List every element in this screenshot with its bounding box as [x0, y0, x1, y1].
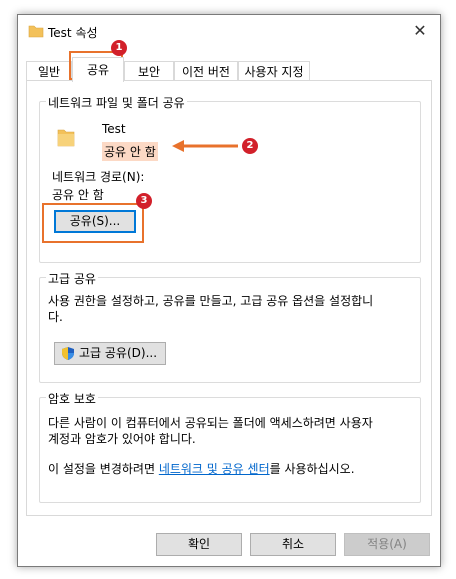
tab-general[interactable]: 일반 — [26, 61, 72, 82]
tab-security[interactable]: 보안 — [124, 61, 174, 82]
title-bar: Test 속성 ✕ — [18, 15, 440, 48]
password-line3: 이 설정을 변경하려면 네트워크 및 공유 센터를 사용하십시오. — [48, 460, 355, 477]
ok-button[interactable]: 확인 — [156, 533, 242, 556]
annotation-badge-1: 1 — [111, 40, 127, 56]
properties-dialog: Test 속성 ✕ 일반 공유 보안 이전 버전 사용자 지정 네트워크 파일 … — [17, 14, 441, 567]
annotation-box-share-button — [42, 203, 144, 243]
tab-sharing[interactable]: 공유 — [72, 57, 124, 82]
network-share-group-title: 네트워크 파일 및 폴더 공유 — [46, 94, 187, 111]
advanced-share-description-line1: 사용 권한을 설정하고, 공유를 만들고, 고급 공유 옵션을 설정합니 — [48, 294, 374, 308]
network-sharing-center-link[interactable]: 네트워크 및 공유 센터 — [159, 462, 270, 476]
annotation-badge-2: 2 — [242, 138, 258, 154]
password-protection-group: 암호 보호 다른 사람이 이 컴퓨터에서 공유되는 폴더에 액세스하려면 사용자… — [39, 390, 421, 503]
advanced-share-group: 고급 공유 사용 권한을 설정하고, 공유를 만들고, 고급 공유 옵션을 설정… — [39, 270, 421, 383]
window-title: Test 속성 — [48, 26, 98, 40]
annotation-badge-3: 3 — [136, 193, 152, 209]
network-path-label: 네트워크 경로(N): — [52, 170, 145, 184]
cancel-button[interactable]: 취소 — [250, 533, 336, 556]
close-button[interactable]: ✕ — [400, 15, 440, 47]
password-line3-prefix: 이 설정을 변경하려면 — [48, 462, 159, 476]
tab-customize[interactable]: 사용자 지정 — [238, 61, 310, 82]
advanced-share-description-line2: 다. — [48, 310, 63, 324]
annotation-arrow — [172, 140, 238, 152]
advanced-share-group-title: 고급 공유 — [46, 270, 98, 287]
password-line2: 계정과 암호가 있어야 합니다. — [48, 432, 196, 446]
network-path-value: 공유 안 함 — [52, 188, 104, 202]
password-protection-group-title: 암호 보호 — [46, 390, 98, 407]
apply-button[interactable]: 적용(A) — [344, 533, 430, 556]
shield-icon — [62, 347, 74, 360]
advanced-share-button[interactable]: 고급 공유(D)... — [54, 342, 166, 365]
folder-name: Test — [102, 122, 126, 136]
folder-icon — [57, 129, 75, 147]
password-line3-suffix: 를 사용하십시오. — [269, 462, 355, 476]
tab-previous-versions[interactable]: 이전 버전 — [174, 61, 238, 82]
share-state: 공유 안 함 — [102, 142, 158, 161]
password-line1: 다른 사람이 이 컴퓨터에서 공유되는 폴더에 액세스하려면 사용자 — [48, 416, 373, 430]
folder-icon — [28, 25, 44, 38]
advanced-share-button-label: 고급 공유(D)... — [79, 346, 158, 360]
